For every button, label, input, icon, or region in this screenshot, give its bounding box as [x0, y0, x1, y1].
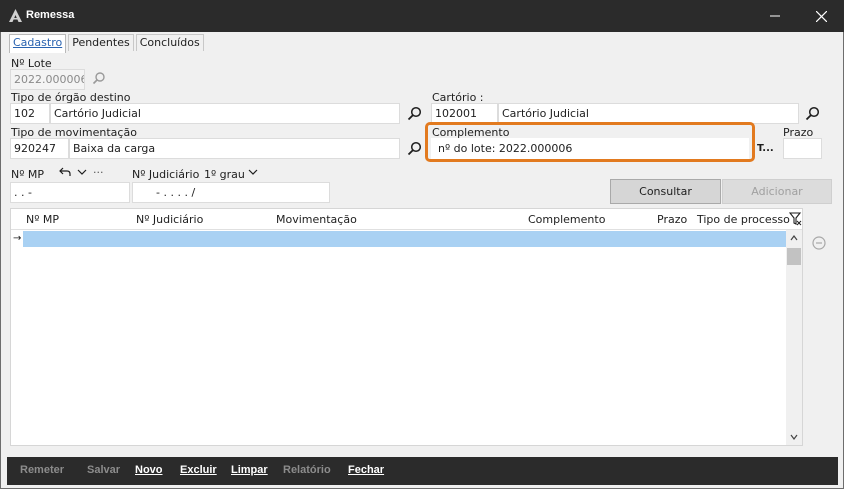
salvar-label: Salvar	[87, 464, 121, 476]
undo-icon[interactable]	[59, 167, 71, 177]
excluir-label: Excluir	[180, 464, 217, 476]
minimize-icon	[770, 15, 780, 17]
minimize-button[interactable]	[752, 0, 798, 32]
processos-grid: Nº MP Nº Judiciário Movimentação Complem…	[10, 208, 803, 446]
col-judiciario[interactable]: Nº Judiciário	[136, 213, 203, 226]
novo-button[interactable]: Novo	[135, 464, 163, 476]
window-title: Remessa	[26, 9, 75, 21]
tab-concluidos[interactable]: Concluídos	[135, 34, 204, 51]
tab-concluidos-label: Concluídos	[139, 36, 200, 49]
scroll-up-icon[interactable]	[790, 235, 798, 241]
col-complemento[interactable]: Complemento	[528, 213, 605, 226]
remove-row-icon[interactable]	[812, 236, 826, 250]
action-bar: Remeter Salvar Novo Excluir Limpar Relat…	[7, 457, 838, 485]
search-tipo-orgao-icon[interactable]	[407, 106, 422, 121]
search-cartorio-icon[interactable]	[805, 106, 820, 121]
tab-cadastro-label: Cadastro	[13, 36, 63, 49]
prazo-field[interactable]	[783, 138, 822, 159]
col-movimentacao[interactable]: Movimentação	[276, 213, 357, 226]
complemento-extra[interactable]: T...	[757, 143, 774, 154]
grau-chevron-down-icon[interactable]	[248, 169, 258, 176]
cartorio-name-field[interactable]: Cartório Judicial	[498, 103, 799, 124]
adicionar-label: Adicionar	[751, 185, 803, 198]
scroll-down-icon[interactable]	[790, 434, 798, 440]
filter-icon[interactable]	[789, 212, 802, 226]
row-indicator-icon: →	[13, 233, 22, 244]
novo-label: Novo	[135, 464, 163, 476]
app-icon	[9, 9, 22, 22]
col-tipo-processo[interactable]: Tipo de processo	[697, 213, 790, 226]
grau-label[interactable]: 1º grau	[204, 168, 245, 181]
search-lote-icon[interactable]	[92, 71, 106, 85]
relatorio-button[interactable]: Relatório	[283, 464, 331, 476]
excluir-button[interactable]: Excluir	[180, 464, 217, 476]
tipo-orgao-code-field[interactable]: 102	[10, 103, 50, 124]
tab-strip: Cadastro Pendentes Concluídos	[9, 34, 206, 53]
vertical-scrollbar[interactable]	[786, 230, 802, 445]
lote-field[interactable]: 2022.000006	[10, 69, 85, 90]
judiciario-label: Nº Judiciário	[132, 168, 200, 181]
mp-more-icon[interactable]: ···	[93, 166, 104, 179]
adicionar-button[interactable]: Adicionar	[722, 179, 832, 204]
remessa-window: Cadastro Pendentes Concluídos Nº Lote 20…	[0, 32, 844, 489]
cartorio-code-field[interactable]: 102001	[431, 103, 498, 124]
relatorio-label: Relatório	[283, 464, 331, 476]
close-button[interactable]	[798, 0, 844, 32]
col-prazo[interactable]: Prazo	[657, 213, 687, 226]
consultar-processos-button[interactable]: Consultar Processos	[610, 179, 721, 221]
close-icon	[815, 10, 827, 22]
table-row[interactable]	[23, 231, 786, 247]
col-mp[interactable]: Nº MP	[26, 213, 59, 226]
scrollbar-thumb[interactable]	[787, 248, 801, 265]
fechar-button[interactable]: Fechar	[348, 464, 384, 476]
limpar-label: Limpar	[231, 464, 268, 476]
tab-pendentes-label: Pendentes	[72, 36, 130, 49]
search-tipo-mov-icon[interactable]	[407, 141, 422, 156]
mp-label: Nº MP	[11, 168, 45, 181]
grid-header: Nº MP Nº Judiciário Movimentação Complem…	[11, 209, 802, 230]
tab-cadastro[interactable]: Cadastro	[9, 34, 67, 53]
judiciario-field[interactable]: - . . . . /	[132, 182, 330, 203]
mp-field[interactable]: . . -	[10, 182, 130, 203]
limpar-button[interactable]: Limpar	[231, 464, 268, 476]
fechar-label: Fechar	[348, 464, 385, 476]
chevron-down-icon[interactable]	[77, 169, 87, 176]
tipo-mov-code-field[interactable]: 920247	[10, 138, 69, 159]
complemento-field[interactable]: nº do lote: 2022.000006	[431, 138, 749, 159]
tab-pendentes[interactable]: Pendentes	[68, 34, 134, 51]
tipo-orgao-name-field[interactable]: Cartório Judicial	[50, 103, 400, 124]
tipo-mov-name-field[interactable]: Baixa da carga	[69, 138, 400, 159]
remeter-label: Remeter	[20, 464, 65, 476]
title-bar: Remessa	[0, 0, 844, 32]
remeter-button[interactable]: Remeter	[20, 464, 64, 476]
salvar-button[interactable]: Salvar	[87, 464, 120, 476]
